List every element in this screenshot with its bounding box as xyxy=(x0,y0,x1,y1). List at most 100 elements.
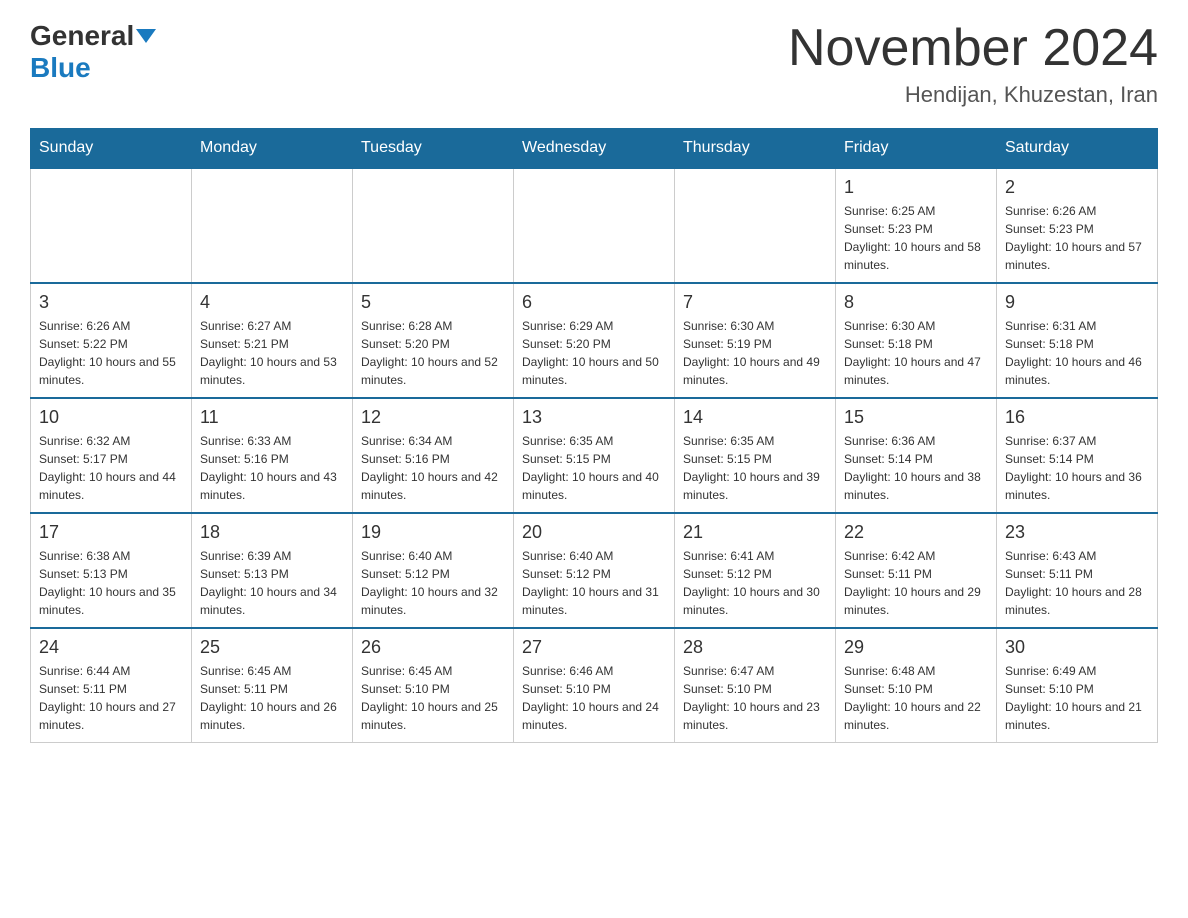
day-info: Sunrise: 6:25 AM Sunset: 5:23 PM Dayligh… xyxy=(844,202,988,274)
week-row-3: 10Sunrise: 6:32 AM Sunset: 5:17 PM Dayli… xyxy=(31,398,1158,513)
calendar-cell: 25Sunrise: 6:45 AM Sunset: 5:11 PM Dayli… xyxy=(192,628,353,743)
day-info: Sunrise: 6:47 AM Sunset: 5:10 PM Dayligh… xyxy=(683,662,827,734)
weekday-header-sunday: Sunday xyxy=(31,129,192,169)
day-info: Sunrise: 6:45 AM Sunset: 5:11 PM Dayligh… xyxy=(200,662,344,734)
calendar-cell xyxy=(353,168,514,283)
weekday-header-wednesday: Wednesday xyxy=(514,129,675,169)
day-info: Sunrise: 6:38 AM Sunset: 5:13 PM Dayligh… xyxy=(39,547,183,619)
day-info: Sunrise: 6:36 AM Sunset: 5:14 PM Dayligh… xyxy=(844,432,988,504)
day-info: Sunrise: 6:31 AM Sunset: 5:18 PM Dayligh… xyxy=(1005,317,1149,389)
weekday-header-thursday: Thursday xyxy=(675,129,836,169)
calendar-cell: 1 Sunrise: 6:25 AM Sunset: 5:23 PM Daylig… xyxy=(836,168,997,283)
day-number: 14 xyxy=(683,407,827,428)
day-number: 23 xyxy=(1005,522,1149,543)
day-number: 19 xyxy=(361,522,505,543)
day-info: Sunrise: 6:48 AM Sunset: 5:10 PM Dayligh… xyxy=(844,662,988,734)
day-number: 2 xyxy=(1005,177,1149,198)
calendar-table: SundayMondayTuesdayWednesdayThursdayFrid… xyxy=(30,128,1158,743)
calendar-cell: 24 Sunrise: 6:44 AM Sunset: 5:11 PM Dayli… xyxy=(31,628,192,743)
day-info: Sunrise: 6:34 AM Sunset: 5:16 PM Dayligh… xyxy=(361,432,505,504)
day-info: Sunrise: 6:30 AM Sunset: 5:19 PM Dayligh… xyxy=(683,317,827,389)
day-number: 12 xyxy=(361,407,505,428)
day-info: Sunrise: 6:28 AM Sunset: 5:20 PM Dayligh… xyxy=(361,317,505,389)
calendar-cell: 20 Sunrise: 6:40 AM Sunset: 5:12 PM Dayli… xyxy=(514,513,675,628)
calendar-cell: 29 Sunrise: 6:48 AM Sunset: 5:10 PM Dayli… xyxy=(836,628,997,743)
calendar-cell: 11 Sunrise: 6:33 AM Sunset: 5:16 PM Dayli… xyxy=(192,398,353,513)
day-number: 29 xyxy=(844,637,988,658)
day-info: Sunrise: 6:30 AM Sunset: 5:18 PM Dayligh… xyxy=(844,317,988,389)
day-number: 20 xyxy=(522,522,666,543)
calendar-cell: 27 Sunrise: 6:46 AM Sunset: 5:10 PM Dayli… xyxy=(514,628,675,743)
calendar-cell: 3Sunrise: 6:26 AM Sunset: 5:22 PM Daylig… xyxy=(31,283,192,398)
logo-arrow-icon xyxy=(136,29,156,43)
day-number: 28 xyxy=(683,637,827,658)
calendar-cell: 14 Sunrise: 6:35 AM Sunset: 5:15 PM Dayli… xyxy=(675,398,836,513)
day-info: Sunrise: 6:29 AM Sunset: 5:20 PM Dayligh… xyxy=(522,317,666,389)
calendar-cell: 17 Sunrise: 6:38 AM Sunset: 5:13 PM Dayli… xyxy=(31,513,192,628)
calendar-cell: 8 Sunrise: 6:30 AM Sunset: 5:18 PM Daylig… xyxy=(836,283,997,398)
calendar-cell xyxy=(675,168,836,283)
day-info: Sunrise: 6:39 AM Sunset: 5:13 PM Dayligh… xyxy=(200,547,344,619)
day-number: 27 xyxy=(522,637,666,658)
weekday-header-saturday: Saturday xyxy=(997,129,1158,169)
logo-general-text: General xyxy=(30,20,134,52)
calendar-cell: 19 Sunrise: 6:40 AM Sunset: 5:12 PM Dayli… xyxy=(353,513,514,628)
day-number: 30 xyxy=(1005,637,1149,658)
logo-blue-text: Blue xyxy=(30,52,91,84)
day-number: 8 xyxy=(844,292,988,313)
weekday-header-monday: Monday xyxy=(192,129,353,169)
day-number: 17 xyxy=(39,522,183,543)
day-number: 7 xyxy=(683,292,827,313)
day-info: Sunrise: 6:37 AM Sunset: 5:14 PM Dayligh… xyxy=(1005,432,1149,504)
day-info: Sunrise: 6:45 AM Sunset: 5:10 PM Dayligh… xyxy=(361,662,505,734)
day-info: Sunrise: 6:44 AM Sunset: 5:11 PM Dayligh… xyxy=(39,662,183,734)
weekday-header-friday: Friday xyxy=(836,129,997,169)
calendar-cell: 5 Sunrise: 6:28 AM Sunset: 5:20 PM Daylig… xyxy=(353,283,514,398)
calendar-cell xyxy=(514,168,675,283)
day-number: 21 xyxy=(683,522,827,543)
calendar-cell: 16 Sunrise: 6:37 AM Sunset: 5:14 PM Dayli… xyxy=(997,398,1158,513)
day-number: 4 xyxy=(200,292,344,313)
week-row-4: 17 Sunrise: 6:38 AM Sunset: 5:13 PM Dayli… xyxy=(31,513,1158,628)
day-number: 1 xyxy=(844,177,988,198)
calendar-cell: 30 Sunrise: 6:49 AM Sunset: 5:10 PM Dayli… xyxy=(997,628,1158,743)
day-number: 16 xyxy=(1005,407,1149,428)
day-info: Sunrise: 6:40 AM Sunset: 5:12 PM Dayligh… xyxy=(361,547,505,619)
day-number: 11 xyxy=(200,407,344,428)
logo: General Blue xyxy=(30,20,158,84)
title-section: November 2024 Hendijan, Khuzestan, Iran xyxy=(788,20,1158,108)
calendar-cell: 10Sunrise: 6:32 AM Sunset: 5:17 PM Dayli… xyxy=(31,398,192,513)
page-header: General Blue November 2024 Hendijan, Khu… xyxy=(30,20,1158,108)
day-info: Sunrise: 6:27 AM Sunset: 5:21 PM Dayligh… xyxy=(200,317,344,389)
calendar-cell: 15Sunrise: 6:36 AM Sunset: 5:14 PM Dayli… xyxy=(836,398,997,513)
day-info: Sunrise: 6:46 AM Sunset: 5:10 PM Dayligh… xyxy=(522,662,666,734)
day-info: Sunrise: 6:35 AM Sunset: 5:15 PM Dayligh… xyxy=(522,432,666,504)
calendar-cell xyxy=(192,168,353,283)
calendar-cell: 13 Sunrise: 6:35 AM Sunset: 5:15 PM Dayli… xyxy=(514,398,675,513)
week-row-5: 24 Sunrise: 6:44 AM Sunset: 5:11 PM Dayli… xyxy=(31,628,1158,743)
calendar-cell: 18Sunrise: 6:39 AM Sunset: 5:13 PM Dayli… xyxy=(192,513,353,628)
day-info: Sunrise: 6:43 AM Sunset: 5:11 PM Dayligh… xyxy=(1005,547,1149,619)
day-info: Sunrise: 6:49 AM Sunset: 5:10 PM Dayligh… xyxy=(1005,662,1149,734)
day-number: 9 xyxy=(1005,292,1149,313)
day-info: Sunrise: 6:35 AM Sunset: 5:15 PM Dayligh… xyxy=(683,432,827,504)
calendar-cell: 12 Sunrise: 6:34 AM Sunset: 5:16 PM Dayli… xyxy=(353,398,514,513)
day-number: 3 xyxy=(39,292,183,313)
calendar-cell: 2Sunrise: 6:26 AM Sunset: 5:23 PM Daylig… xyxy=(997,168,1158,283)
day-info: Sunrise: 6:40 AM Sunset: 5:12 PM Dayligh… xyxy=(522,547,666,619)
day-number: 5 xyxy=(361,292,505,313)
day-info: Sunrise: 6:33 AM Sunset: 5:16 PM Dayligh… xyxy=(200,432,344,504)
calendar-cell: 6 Sunrise: 6:29 AM Sunset: 5:20 PM Daylig… xyxy=(514,283,675,398)
calendar-cell: 28 Sunrise: 6:47 AM Sunset: 5:10 PM Dayli… xyxy=(675,628,836,743)
day-number: 10 xyxy=(39,407,183,428)
day-number: 26 xyxy=(361,637,505,658)
day-number: 13 xyxy=(522,407,666,428)
day-number: 24 xyxy=(39,637,183,658)
calendar-cell: 21Sunrise: 6:41 AM Sunset: 5:12 PM Dayli… xyxy=(675,513,836,628)
day-number: 6 xyxy=(522,292,666,313)
day-info: Sunrise: 6:42 AM Sunset: 5:11 PM Dayligh… xyxy=(844,547,988,619)
location-title: Hendijan, Khuzestan, Iran xyxy=(788,82,1158,108)
calendar-cell: 23 Sunrise: 6:43 AM Sunset: 5:11 PM Dayli… xyxy=(997,513,1158,628)
calendar-cell: 22Sunrise: 6:42 AM Sunset: 5:11 PM Dayli… xyxy=(836,513,997,628)
month-title: November 2024 xyxy=(788,20,1158,77)
